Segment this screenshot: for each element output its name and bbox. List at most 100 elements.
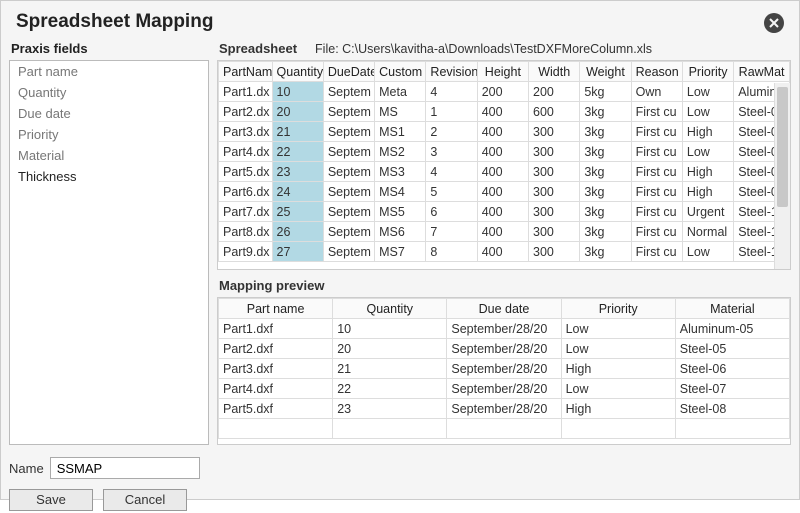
table-cell[interactable]: 300	[529, 202, 580, 222]
table-cell[interactable]: September/28/20	[447, 379, 561, 399]
table-cell[interactable]: MS2	[375, 142, 426, 162]
table-cell[interactable]: MS	[375, 102, 426, 122]
table-cell[interactable]: 5	[426, 182, 477, 202]
table-cell[interactable]: 20	[272, 102, 323, 122]
table-cell[interactable]: 21	[272, 122, 323, 142]
table-cell[interactable]: High	[682, 122, 733, 142]
table-cell[interactable]: Part3.dxf	[219, 359, 333, 379]
praxis-field-list[interactable]: Part nameQuantityDue datePriorityMateria…	[9, 60, 209, 445]
table-cell[interactable]: Part2.dx	[219, 102, 273, 122]
table-cell[interactable]: MS3	[375, 162, 426, 182]
table-cell[interactable]: 400	[477, 162, 528, 182]
table-cell[interactable]: MS6	[375, 222, 426, 242]
table-cell[interactable]: 400	[477, 242, 528, 262]
table-cell[interactable]: Septem	[323, 142, 374, 162]
table-cell[interactable]: 5kg	[580, 82, 631, 102]
preview-col-header[interactable]: Part name	[219, 299, 333, 319]
table-cell[interactable]: High	[561, 359, 675, 379]
praxis-field-item[interactable]: Part name	[10, 61, 208, 82]
table-cell[interactable]: First cu	[631, 182, 682, 202]
table-row[interactable]: Part6.dx24SeptemMS454003003kgFirst cuHig…	[219, 182, 790, 202]
table-cell[interactable]: MS4	[375, 182, 426, 202]
table-cell[interactable]: Part1.dxf	[219, 319, 333, 339]
table-row[interactable]: Part2.dx20SeptemMS14006003kgFirst cuLowS…	[219, 102, 790, 122]
table-cell[interactable]: 400	[477, 142, 528, 162]
table-cell[interactable]: Septem	[323, 122, 374, 142]
table-cell[interactable]: Low	[682, 82, 733, 102]
table-cell[interactable]: First cu	[631, 242, 682, 262]
spreadsheet-scrollbar[interactable]	[774, 83, 790, 269]
table-cell[interactable]: Part9.dx	[219, 242, 273, 262]
table-cell[interactable]: Low	[561, 379, 675, 399]
table-row[interactable]: Part4.dxf22September/28/20LowSteel-07	[219, 379, 790, 399]
spreadsheet-col-header[interactable]: Custom	[375, 62, 426, 82]
praxis-field-item[interactable]: Due date	[10, 103, 208, 124]
table-cell[interactable]: First cu	[631, 202, 682, 222]
spreadsheet-col-header[interactable]: RawMat	[734, 62, 790, 82]
table-cell[interactable]: Low	[682, 242, 733, 262]
table-cell[interactable]: 3kg	[580, 122, 631, 142]
table-cell[interactable]: Normal	[682, 222, 733, 242]
table-cell[interactable]: Part5.dxf	[219, 399, 333, 419]
praxis-field-item[interactable]: Thickness	[10, 166, 208, 187]
table-cell[interactable]: 3kg	[580, 162, 631, 182]
table-cell[interactable]: Aluminum-05	[675, 319, 789, 339]
name-input[interactable]	[50, 457, 200, 479]
spreadsheet-col-header[interactable]: Reason	[631, 62, 682, 82]
table-cell[interactable]: 3	[426, 142, 477, 162]
table-row[interactable]: Part1.dx10SeptemMeta42002005kgOwnLowAlum…	[219, 82, 790, 102]
table-cell[interactable]: September/28/20	[447, 339, 561, 359]
table-row[interactable]	[219, 419, 790, 439]
table-cell[interactable]: 3kg	[580, 142, 631, 162]
table-cell[interactable]: 400	[477, 222, 528, 242]
table-cell[interactable]: 300	[529, 222, 580, 242]
table-cell[interactable]: Low	[561, 339, 675, 359]
table-cell[interactable]	[219, 419, 333, 439]
table-cell[interactable]: Septem	[323, 82, 374, 102]
table-cell[interactable]: Own	[631, 82, 682, 102]
table-cell[interactable]	[675, 419, 789, 439]
table-cell[interactable]: September/28/20	[447, 319, 561, 339]
table-cell[interactable]: Septem	[323, 102, 374, 122]
table-cell[interactable]: Steel-07	[675, 379, 789, 399]
table-cell[interactable]: Steel-06	[675, 359, 789, 379]
spreadsheet-col-header[interactable]: Priority	[682, 62, 733, 82]
table-cell[interactable]: 22	[333, 379, 447, 399]
table-row[interactable]: Part5.dxf23September/28/20HighSteel-08	[219, 399, 790, 419]
table-cell[interactable]: Part4.dxf	[219, 379, 333, 399]
table-cell[interactable]: Part7.dx	[219, 202, 273, 222]
praxis-field-item[interactable]: Quantity	[10, 82, 208, 103]
table-cell[interactable]: 27	[272, 242, 323, 262]
table-row[interactable]: Part1.dxf10September/28/20LowAluminum-05	[219, 319, 790, 339]
table-cell[interactable]: 400	[477, 102, 528, 122]
table-cell[interactable]: 10	[333, 319, 447, 339]
table-cell[interactable]: 20	[333, 339, 447, 359]
table-cell[interactable]: 400	[477, 182, 528, 202]
table-cell[interactable]: High	[561, 399, 675, 419]
table-cell[interactable]: Low	[561, 319, 675, 339]
table-cell[interactable]: 6	[426, 202, 477, 222]
table-cell[interactable]: 600	[529, 102, 580, 122]
table-cell[interactable]: Part3.dx	[219, 122, 273, 142]
table-cell[interactable]: MS1	[375, 122, 426, 142]
table-cell[interactable]: 23	[272, 162, 323, 182]
praxis-field-item[interactable]: Priority	[10, 124, 208, 145]
table-row[interactable]: Part4.dx22SeptemMS234003003kgFirst cuLow…	[219, 142, 790, 162]
table-cell[interactable]: 7	[426, 222, 477, 242]
table-cell[interactable]: Part5.dx	[219, 162, 273, 182]
table-row[interactable]: Part7.dx25SeptemMS564003003kgFirst cuUrg…	[219, 202, 790, 222]
table-cell[interactable]	[333, 419, 447, 439]
table-cell[interactable]: 300	[529, 122, 580, 142]
spreadsheet-col-header[interactable]: Height	[477, 62, 528, 82]
table-cell[interactable]: 22	[272, 142, 323, 162]
spreadsheet-col-header[interactable]: Quantity	[272, 62, 323, 82]
spreadsheet-col-header[interactable]: Weight	[580, 62, 631, 82]
table-cell[interactable]	[561, 419, 675, 439]
preview-col-header[interactable]: Due date	[447, 299, 561, 319]
table-cell[interactable]: Part2.dxf	[219, 339, 333, 359]
table-cell[interactable]: 4	[426, 82, 477, 102]
spreadsheet-col-header[interactable]: Width	[529, 62, 580, 82]
table-cell[interactable]: Part1.dx	[219, 82, 273, 102]
table-cell[interactable]: MS5	[375, 202, 426, 222]
table-cell[interactable]: 23	[333, 399, 447, 419]
